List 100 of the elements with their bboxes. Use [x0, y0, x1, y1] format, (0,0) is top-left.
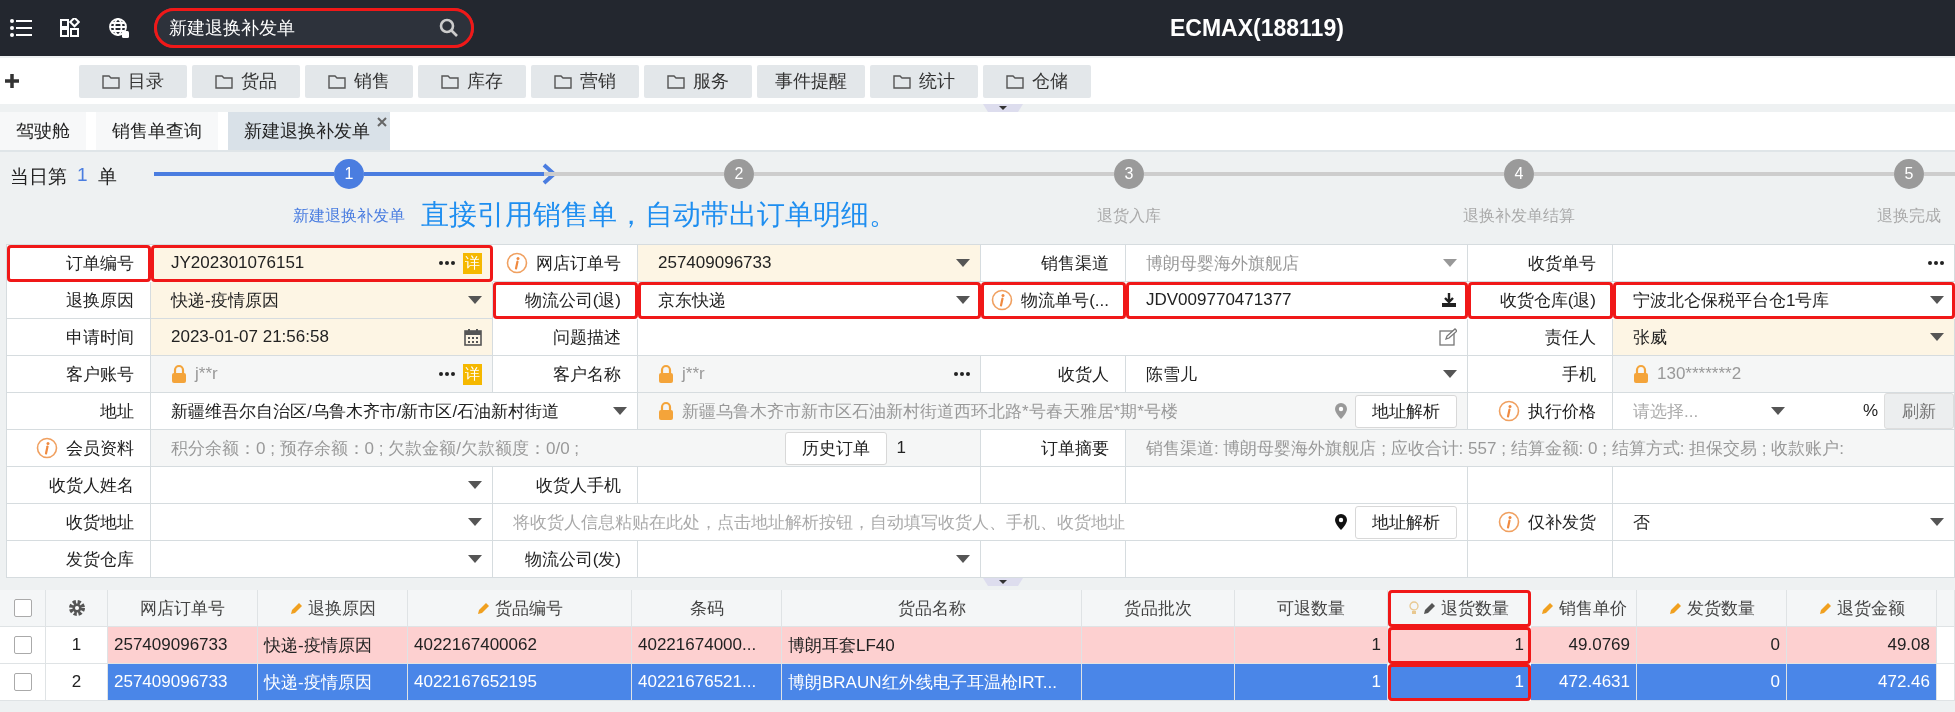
table-cell: 快递-疫情原因: [258, 627, 408, 664]
percent-sign: %: [1862, 401, 1878, 421]
input-field[interactable]: [1613, 245, 1955, 282]
more-icon[interactable]: [1928, 261, 1944, 265]
input-field[interactable]: 2023-01-07 21:56:58: [151, 319, 493, 356]
caret-icon[interactable]: [956, 296, 970, 304]
folder-icon: [441, 73, 459, 89]
lock-icon: [658, 401, 674, 421]
column-header[interactable]: 可退数量: [1235, 590, 1388, 627]
dropdown[interactable]: 否: [1613, 504, 1955, 541]
input-field[interactable]: [638, 319, 1468, 356]
input-field[interactable]: [151, 541, 493, 578]
caret-icon[interactable]: [956, 259, 970, 267]
caret-icon[interactable]: [1930, 296, 1944, 304]
input-field[interactable]: [638, 467, 981, 504]
field-label: 责任人: [1545, 326, 1596, 349]
step-number: 5: [1894, 159, 1924, 189]
edit-icon[interactable]: [1439, 328, 1457, 346]
caret-icon[interactable]: [468, 555, 482, 563]
search-icon[interactable]: [439, 18, 459, 38]
menu-button[interactable]: 营销: [531, 64, 639, 98]
pencil-icon: [289, 601, 304, 615]
calendar-icon[interactable]: [464, 328, 482, 346]
input-field[interactable]: 陈雪儿: [1126, 356, 1468, 393]
column-header[interactable]: 退换原因: [258, 590, 408, 627]
menu-button[interactable]: 仓储: [983, 64, 1091, 98]
pencil-icon: [1818, 601, 1833, 615]
refresh-button[interactable]: 刷新: [1884, 393, 1954, 429]
step-label: 退货入库: [1097, 206, 1161, 226]
field-value: 快递-疫情原因: [171, 289, 280, 312]
collapse-handle-icon[interactable]: [982, 578, 1023, 586]
checkbox[interactable]: [13, 673, 32, 691]
settings-icon[interactable]: [67, 599, 86, 617]
checkbox[interactable]: [13, 636, 32, 654]
menu-button[interactable]: 销售: [305, 64, 413, 98]
tab[interactable]: 驾驶舱: [0, 112, 86, 150]
caret-icon[interactable]: [468, 518, 482, 526]
column-header[interactable]: 货品批次: [1082, 590, 1235, 627]
input-field[interactable]: [638, 541, 981, 578]
caret-icon[interactable]: [468, 481, 482, 489]
step-number: 3: [1114, 159, 1144, 189]
info-icon: [506, 252, 528, 274]
parse-address-button[interactable]: 地址解析: [1355, 505, 1457, 539]
column-header[interactable]: 网店订单号: [108, 590, 258, 627]
column-header[interactable]: 销售单价: [1531, 590, 1637, 627]
input-field[interactable]: JY202301076151 详: [151, 245, 493, 282]
column-header[interactable]: 发货数量: [1637, 590, 1787, 627]
download-icon[interactable]: [1441, 292, 1457, 308]
menu-button[interactable]: 服务: [644, 64, 752, 98]
input-field[interactable]: 257409096733: [638, 245, 981, 282]
history-orders-button[interactable]: 历史订单: [784, 431, 887, 465]
column-header[interactable]: 货品编号: [408, 590, 632, 627]
column-header[interactable]: 条码: [632, 590, 782, 627]
field-value: JY202301076151: [171, 253, 306, 273]
parse-address-button[interactable]: 地址解析: [1355, 394, 1457, 428]
input-field[interactable]: 京东快递: [638, 282, 981, 319]
globe-icon[interactable]: [108, 17, 130, 39]
menu-button[interactable]: 货品: [192, 64, 300, 98]
search-field[interactable]: 新建退换补发单: [154, 8, 474, 48]
input-field[interactable]: 宁波北仑保税平台仓1号库: [1613, 282, 1955, 319]
input-field[interactable]: 快递-疫情原因: [151, 282, 493, 319]
address-paste-field[interactable]: 将收货人信息粘贴在此处，点击地址解析按钮，自动填写收货人、手机、收货地址 地址解析: [493, 504, 1468, 541]
field-label: 收货单号: [1528, 252, 1596, 275]
field-label: 收货人: [1058, 363, 1109, 386]
input-field[interactable]: JDV009770471377: [1126, 282, 1468, 319]
field-value: 京东快递: [658, 289, 727, 312]
menu-button[interactable]: 库存: [418, 64, 526, 98]
input-field[interactable]: 张威: [1613, 319, 1955, 356]
add-icon[interactable]: [4, 73, 20, 89]
grid-icon[interactable]: [60, 18, 80, 38]
collapse-handle-icon[interactable]: [982, 104, 1023, 112]
dropdown[interactable]: 新疆维吾尔自治区/乌鲁木齐市/新市区/石油新村街道: [151, 393, 638, 430]
menu-icon[interactable]: [10, 19, 32, 37]
order-count: 1: [896, 438, 906, 458]
checkbox[interactable]: [13, 599, 32, 617]
column-header[interactable]: 货品名称: [782, 590, 1082, 627]
menu-button[interactable]: 事件提醒: [757, 64, 865, 98]
more-icon[interactable]: [439, 261, 455, 265]
field-label: 订单摘要: [1041, 437, 1109, 460]
caret-icon[interactable]: [468, 296, 482, 304]
more-icon[interactable]: [954, 372, 970, 376]
step-number: 1: [334, 159, 364, 189]
caret-icon[interactable]: [1443, 370, 1457, 378]
menu-button[interactable]: 统计: [870, 64, 978, 98]
more-icon[interactable]: [439, 372, 455, 376]
column-header[interactable]: 退货数量: [1388, 590, 1531, 627]
caret-icon[interactable]: [613, 407, 627, 415]
pencil-icon: [1423, 601, 1437, 615]
column-header[interactable]: 退货金额: [1787, 590, 1937, 627]
field-value: 257409096733: [658, 253, 773, 273]
caret-icon[interactable]: [1771, 407, 1785, 415]
tab[interactable]: 新建退换补发单: [228, 112, 390, 150]
caret-icon[interactable]: [956, 555, 970, 563]
input-field[interactable]: [151, 467, 493, 504]
close-icon[interactable]: [377, 117, 387, 127]
menu-button[interactable]: 目录: [79, 64, 187, 98]
field-label: 仅补发货: [1528, 511, 1596, 534]
caret-icon[interactable]: [1930, 333, 1944, 341]
caret-icon[interactable]: [1930, 518, 1944, 526]
tab[interactable]: 销售单查询: [96, 112, 218, 150]
